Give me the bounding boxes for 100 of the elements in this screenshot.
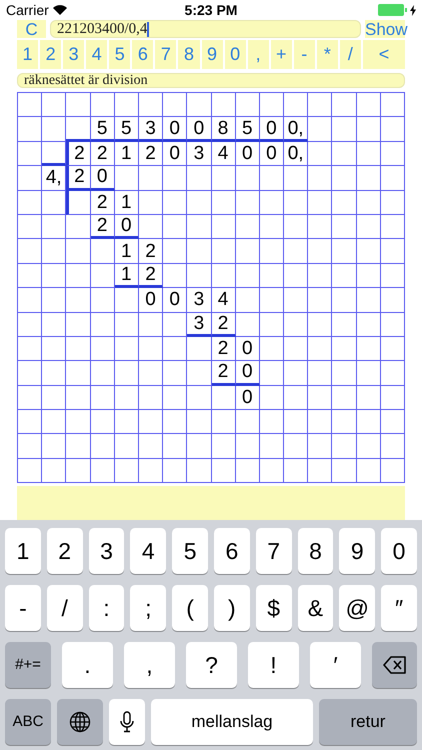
grid-cell	[356, 288, 381, 313]
grid-cell	[187, 264, 212, 288]
keyboard-key[interactable]: &	[298, 585, 334, 631]
grid-cell	[212, 166, 236, 191]
grid-cell	[284, 288, 308, 313]
grid-cell	[42, 361, 66, 386]
keyboard-key[interactable]: -	[5, 585, 41, 631]
grid-cell	[260, 386, 284, 410]
grid-cell: 8	[212, 117, 236, 142]
keypad-button[interactable]: 5	[109, 40, 130, 69]
microphone-key[interactable]	[109, 699, 145, 745]
keypad-button[interactable]: 3	[63, 40, 84, 69]
grid-cell: 2	[90, 142, 115, 166]
grid-cell	[380, 361, 405, 386]
keypad-button[interactable]: 4	[86, 40, 108, 69]
keyboard-key[interactable]: 7	[256, 528, 292, 574]
grid-cell	[380, 458, 405, 484]
grid-cell	[163, 312, 188, 337]
keyboard-key[interactable]: /	[46, 585, 83, 631]
grid-cell: 0	[163, 117, 188, 142]
grid-cell	[212, 214, 236, 240]
grid-cell	[332, 190, 357, 215]
keyboard-key[interactable]: ;	[130, 585, 166, 631]
grid-cell	[163, 214, 188, 240]
grid-cell	[187, 214, 212, 240]
keyboard-key[interactable]: .	[62, 642, 113, 688]
keyboard-key[interactable]: ?	[186, 642, 237, 688]
show-button[interactable]: Show	[365, 20, 405, 38]
mode-key[interactable]: ABC	[5, 699, 51, 745]
keyboard-key[interactable]: (	[172, 585, 208, 631]
grid-cell: 3	[187, 312, 212, 337]
grid-cell	[308, 312, 332, 337]
keypad-button[interactable]: 2	[40, 40, 62, 69]
grid-cell	[42, 117, 66, 142]
expression-field[interactable]: 221203400/0,4	[50, 20, 361, 38]
return-key[interactable]: retur	[319, 699, 417, 745]
keyboard-key[interactable]: 8	[298, 528, 334, 574]
grid-cell	[284, 386, 308, 410]
grid-cell	[114, 166, 139, 191]
keyboard-key[interactable]: 3	[88, 528, 124, 574]
grid-cell	[356, 264, 381, 288]
keyboard-key[interactable]: ″	[381, 585, 417, 631]
keypad-button[interactable]: 8	[178, 40, 200, 69]
delete-key[interactable]	[372, 642, 417, 688]
grid-cell: 0,	[284, 142, 308, 166]
keyboard-key[interactable]: 9	[339, 528, 376, 574]
keypad-button[interactable]: +	[270, 40, 292, 69]
space-key[interactable]: mellanslag	[151, 699, 313, 745]
grid-cell	[90, 264, 115, 288]
keyboard-key[interactable]: 1	[5, 528, 41, 574]
keyboard-key[interactable]: @	[339, 585, 376, 631]
keypad-button[interactable]: *	[316, 40, 338, 69]
mode-key[interactable]: #+=	[5, 642, 51, 688]
grid-cell	[66, 458, 91, 484]
grid-cell	[380, 166, 405, 191]
grid-cell	[356, 214, 381, 240]
grid-cell: 2	[138, 264, 164, 288]
grid-cell	[260, 288, 284, 313]
globe-key[interactable]	[57, 699, 103, 745]
grid-cell	[138, 336, 164, 362]
keypad-button[interactable]: 6	[132, 40, 154, 69]
keyboard-key[interactable]: ,	[124, 642, 175, 688]
grid-cell	[163, 386, 188, 410]
grid-cell	[42, 434, 66, 459]
grid-cell: 2	[212, 336, 236, 362]
grid-cell	[260, 190, 284, 215]
keyboard-key[interactable]: $	[256, 585, 292, 631]
keypad-button[interactable]: ,	[248, 40, 269, 69]
keypad-button[interactable]: 0	[224, 40, 246, 69]
keypad-button[interactable]: 9	[202, 40, 223, 69]
keypad-button[interactable]: -	[294, 40, 315, 69]
grid-cell	[356, 410, 381, 434]
clear-button[interactable]: C	[17, 20, 46, 38]
keyboard-key[interactable]: )	[214, 585, 250, 631]
grid-cell	[284, 190, 308, 215]
carrier-name: Carrier	[6, 0, 49, 20]
grid-cell: 2	[138, 142, 164, 166]
keyboard-key[interactable]: 0	[381, 528, 417, 574]
keyboard-key[interactable]: ′	[310, 642, 361, 688]
keypad-button[interactable]: /	[340, 40, 361, 69]
keyboard-key[interactable]: 4	[130, 528, 166, 574]
keypad-button[interactable]: 7	[155, 40, 176, 69]
keyboard-key[interactable]: 5	[172, 528, 208, 574]
grid-cell	[42, 312, 66, 337]
keypad-button[interactable]: <	[362, 40, 406, 69]
keyboard-key[interactable]: 2	[46, 528, 83, 574]
keyboard-key[interactable]: !	[248, 642, 299, 688]
keypad-button[interactable]: 1	[17, 40, 38, 69]
grid-cell: 4	[212, 142, 236, 166]
grid-cell	[356, 117, 381, 142]
grid-cell	[380, 214, 405, 240]
grid-cell	[114, 312, 139, 337]
grid-cell	[308, 458, 332, 484]
grid-cell	[332, 142, 357, 166]
grid-cell	[380, 239, 405, 264]
keyboard-key[interactable]: 6	[214, 528, 250, 574]
grid-cell	[212, 239, 236, 264]
keyboard-key[interactable]: :	[88, 585, 124, 631]
grid-cell	[236, 288, 260, 313]
grid-cell: 1	[114, 264, 139, 288]
